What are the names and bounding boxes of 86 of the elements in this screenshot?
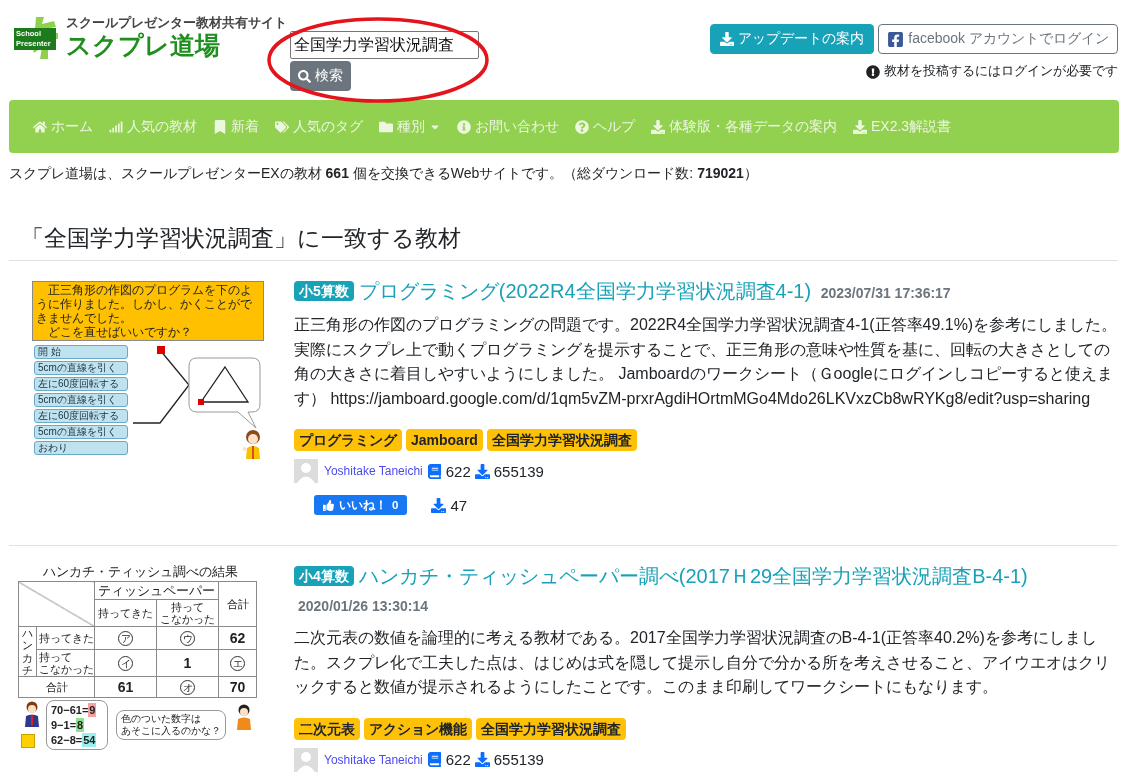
exclamation-icon [866, 64, 880, 79]
material-count: 622 [445, 462, 471, 480]
table-value: 70 [229, 681, 246, 693]
results-heading: 「全国学力学習状況調査」に一致する教材 [21, 224, 461, 253]
download-icon [474, 463, 490, 479]
info-icon [457, 119, 471, 134]
question-text: 正三角形の作図のプログラムを下のように作りました。しかし、かくことができませんでした。 [36, 283, 253, 325]
program-block: 5cmの直線を引く [34, 393, 128, 407]
row-group-label: ハンカチ [22, 627, 33, 676]
boy-character-icon [24, 701, 40, 727]
table-value: 62 [229, 632, 246, 644]
prompt-text: どこを直せばいいですか？ [47, 325, 193, 339]
program-block: おわり [34, 441, 128, 455]
boy-character-icon [236, 704, 252, 730]
program-block: 5cmの直線を引く [34, 361, 128, 375]
program-block: 開 始 [34, 345, 128, 359]
book-icon [426, 463, 442, 479]
program-block: 左に60度回転する [34, 377, 128, 391]
download-icon [651, 119, 665, 134]
search-icon [297, 69, 311, 83]
download-icon [853, 119, 867, 134]
author-link[interactable]: Yoshitake Taneichi [324, 464, 423, 478]
table-title: ハンカチ・ティッシュ調べの結果 [43, 564, 238, 579]
bookmark-icon [213, 119, 227, 134]
answer-highlight: 9 [88, 703, 97, 717]
grade-label: 小4算数 [294, 566, 354, 586]
tag-link[interactable]: 全国学力学習状況調査 [486, 429, 637, 451]
program-block: 5cmの直線を引く [34, 425, 128, 439]
tags-icon [275, 119, 289, 134]
tag-link[interactable]: 全国学力学習状況調査 [476, 717, 626, 740]
table-header: 合計 [218, 581, 257, 627]
like-button[interactable]: いいね！ 0 [314, 495, 408, 515]
material-count: 622 [445, 751, 471, 768]
site-intro-text: スクプレ道場は、スクールプレゼンターEXの教材 661 個を交換できるWebサイトです。（総ダウンロード数: 719021） [9, 164, 758, 183]
row-label: 持ってきた [36, 626, 95, 650]
search-button[interactable]: 検索 [289, 61, 351, 91]
update-info-button[interactable]: アップデートの案内 [710, 24, 875, 54]
description-text: 二次元表の数値を論理的に考える教材である。2017全国学力学習状況調査のB-4-1(正答率40.2%)を参考にしました。スクプレ化で工夫した点は、はじめは式を隠して提示し自分で分かる所を考えさせること、アイウエオはクリックすると数値が提示されるようにしたことです。このまま印刷してワークシートにもなります。 [294, 628, 1111, 697]
tag-link[interactable]: プログラミング [294, 429, 402, 451]
answer-highlight: 54 [82, 733, 97, 747]
thumbs-up-icon [323, 499, 334, 511]
date-text: 2020/01/26 13:30:14 [298, 598, 428, 614]
login-button[interactable]: facebook アカウントでログイン [878, 24, 1118, 54]
answer-highlight: 8 [76, 718, 85, 732]
logo-title: スクプレ道場 [66, 30, 221, 60]
avatar-icon [294, 459, 318, 483]
table-header: 持って こなかった [156, 599, 219, 627]
date-text: 2023/07/31 17:36:17 [820, 285, 951, 301]
equation-text: 62−8= [51, 733, 83, 747]
point-marker-icon [157, 346, 165, 354]
avatar-icon [294, 747, 318, 772]
row-label: 合計 [18, 676, 95, 698]
signal-bars-icon [109, 119, 123, 134]
table-value: 1 [183, 657, 192, 669]
tag-link[interactable]: Jamboard [406, 429, 483, 451]
help-icon [575, 119, 589, 134]
download-icon [720, 32, 735, 46]
equation-text: 9−1= [51, 718, 77, 732]
download-count: 655139 [493, 462, 544, 480]
grade-label: 小5算数 [294, 281, 354, 301]
home-icon [33, 119, 47, 134]
table-value: 61 [117, 681, 134, 693]
description-text: 正三角形の作図のプログラミングの問題です。2022R4全国学力学習状況調査4-1(正答率49.1%)を参考にしました。実際にスクプレ上で動くプログラミングを提示することで、正三角形の意味や性質を基に、回転の大きさとしての角の大きさに着目しやすいようにしました。 Jamboardのワークシート（Ｇoogleにログインしコピーすると使えます） https://jamboard.google.com/d/1qm5vZM-prxrAgdiHOrtmMGo4Mdo26LKVxzCb8wRYKg8/edit?usp=sharing [294, 315, 1118, 409]
tag-link[interactable]: アクション機能 [364, 717, 472, 740]
tag-link[interactable]: 二次元表 [294, 717, 360, 740]
search-field[interactable]: 全国学力学習状況調査 [289, 31, 479, 59]
facebook-icon [887, 30, 905, 48]
equation-text: 70−61= [51, 703, 89, 717]
title-link[interactable]: プログラミング(2022R4全国学力学習状況調査4-1) [358, 280, 812, 302]
square-tile-icon [21, 734, 35, 748]
download-count: 655139 [493, 751, 544, 768]
download-count: 47 [450, 496, 468, 514]
triangle-icon [198, 365, 250, 405]
table-header: 持ってきた [94, 599, 157, 627]
table-header: ティッシュペーパー [94, 581, 219, 600]
row-label: 持って こなかった [36, 649, 95, 677]
program-block: 左に60度回転する [34, 409, 128, 423]
author-link[interactable]: Yoshitake Taneichi [324, 752, 423, 767]
book-icon [426, 752, 442, 767]
download-icon [431, 497, 447, 513]
speech-bubble: 色のついた数字は あそこに入るのかな？ [116, 710, 226, 740]
title-link[interactable]: ハンカチ・ティッシュペーパー調べ(2017Ｈ29全国学力学習状況調査B-4-1) [358, 565, 1028, 587]
folder-icon [379, 119, 393, 134]
logo-tagline: スクールプレゼンター教材共有サイト [66, 15, 287, 30]
download-icon [474, 752, 490, 767]
login-notice: 教材を投稿するにはログインが必要です [884, 63, 1118, 80]
